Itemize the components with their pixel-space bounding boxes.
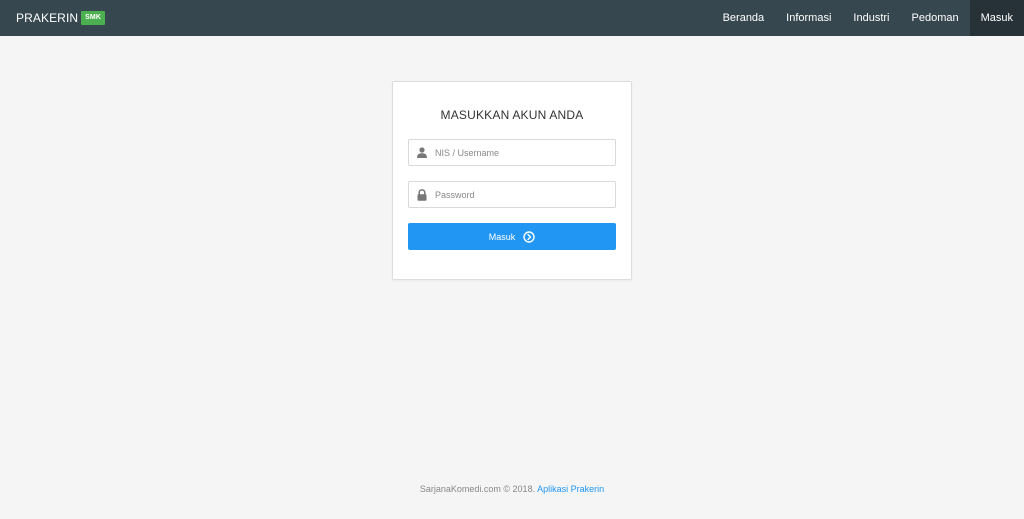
nav-item-industri[interactable]: Industri (842, 0, 900, 36)
login-card: MASUKKAN AKUN ANDA Masuk (392, 81, 632, 280)
brand-logo[interactable]: PRAKERIN SMK (16, 11, 106, 25)
brand-name: PRAKERIN (16, 11, 79, 25)
footer-copyright: SarjanaKomedi.com © 2018. (419, 484, 536, 494)
footer-link[interactable]: Aplikasi Prakerin (537, 484, 604, 494)
username-field[interactable] (408, 139, 616, 166)
nav-menu: Beranda Informasi Industri Pedoman Masuk (712, 0, 1024, 36)
password-field[interactable] (408, 181, 616, 208)
navbar: PRAKERIN SMK Beranda Informasi Industri … (0, 0, 1024, 36)
nav-item-masuk[interactable]: Masuk (969, 0, 1024, 36)
nav-item-informasi[interactable]: Informasi (775, 0, 842, 36)
user-icon (409, 140, 435, 165)
password-input[interactable] (435, 189, 605, 200)
footer: SarjanaKomedi.com © 2018. Aplikasi Prake… (0, 484, 1024, 494)
arrow-circle-right-icon (523, 230, 535, 243)
nav-item-beranda[interactable]: Beranda (712, 0, 776, 36)
login-title: MASUKKAN AKUN ANDA (440, 108, 584, 122)
nav-item-pedoman[interactable]: Pedoman (901, 0, 970, 36)
lock-icon (409, 182, 435, 207)
username-input[interactable] (435, 147, 605, 158)
login-button[interactable]: Masuk (408, 223, 616, 250)
login-button-label: Masuk (488, 231, 516, 242)
brand-badge: SMK (81, 11, 106, 25)
